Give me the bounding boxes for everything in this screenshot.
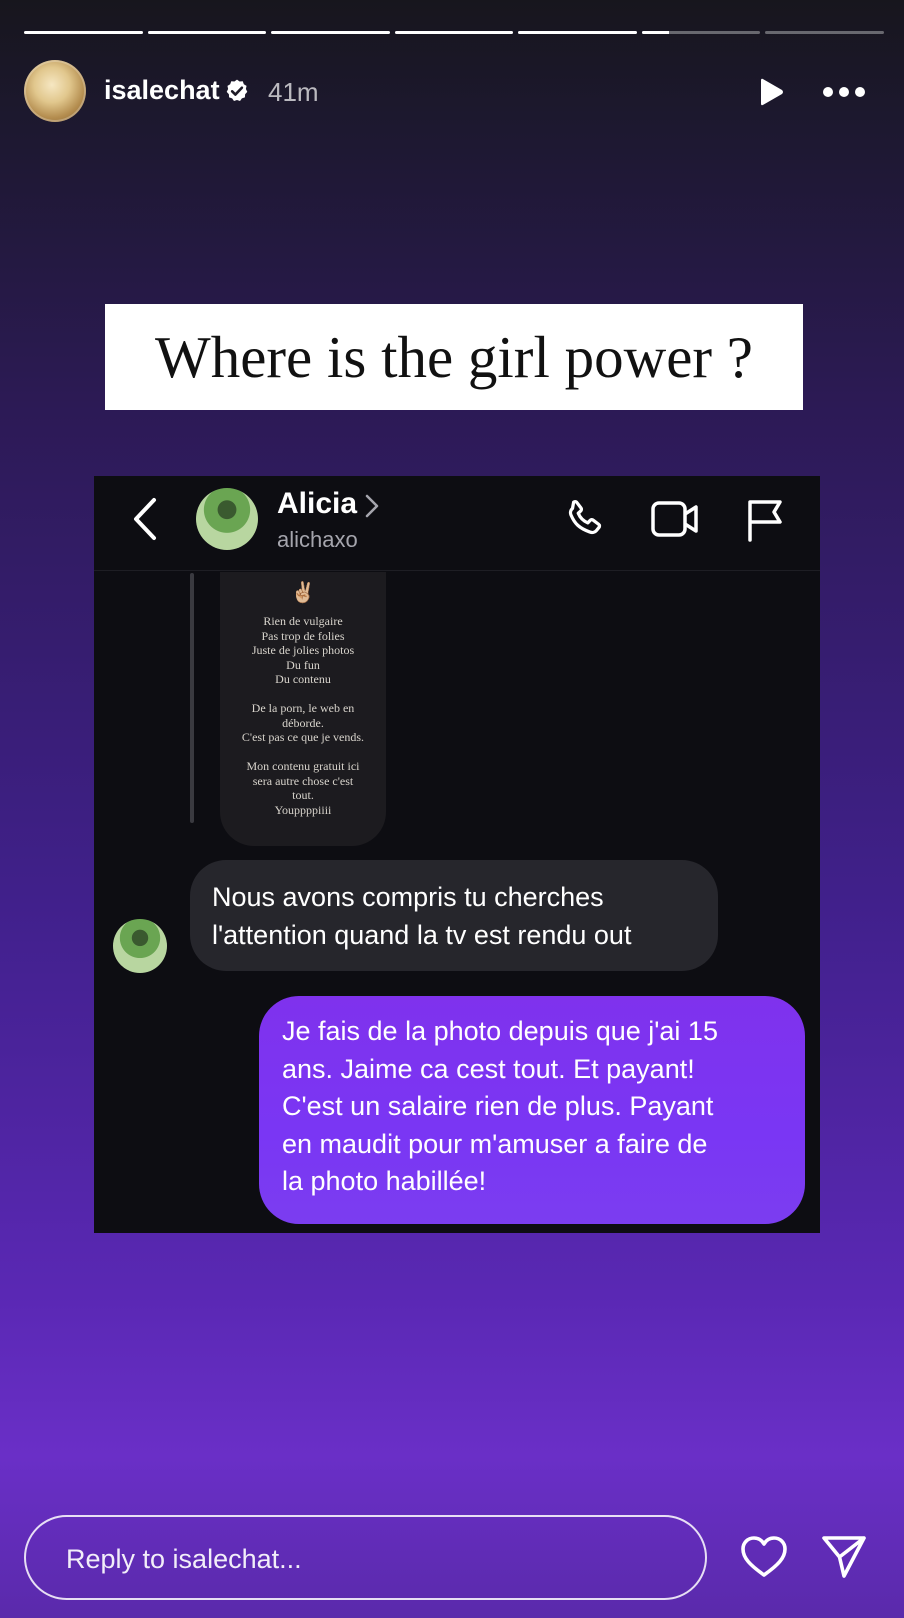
chevron-right-icon [365,494,379,518]
progress-segment-fill [641,31,670,34]
outgoing-message-text: Je fais de la photo depuis que j'ai 15 a… [282,1016,718,1196]
reply-bar[interactable] [24,1515,707,1600]
send-icon[interactable] [820,1533,868,1579]
text-sticker: Where is the girl power ? [105,304,803,410]
progress-segment [24,31,143,34]
sender-avatar [113,919,167,973]
progress-segment [394,31,514,34]
heart-icon[interactable] [740,1535,788,1579]
back-icon [134,498,156,540]
story-emoji: ✌🏼 [290,582,316,604]
progress-segment [641,31,761,34]
play-icon[interactable] [756,76,786,108]
video-icon [651,501,698,537]
progress-segment [765,31,885,34]
dm-screenshot: Alicia alichaxo ✌🏼 Rien de vulgaire Pas … [94,476,820,1233]
story-progress [24,31,885,34]
progress-segment-fill [271,31,390,34]
outgoing-message-bubble: Je fais de la photo depuis que j'ai 15 a… [259,996,805,1224]
progress-segment [147,31,267,34]
shared-story-thumbnail: ✌🏼 Rien de vulgaire Pas trop de folies J… [220,572,386,846]
incoming-message-bubble: Nous avons compris tu cherches l'attenti… [190,860,718,971]
progress-segment-fill [518,31,637,34]
incoming-message-text: Nous avons compris tu cherches l'attenti… [212,882,632,950]
avatar[interactable] [24,60,86,122]
more-icon[interactable] [822,82,866,102]
sticker-text: Where is the girl power ? [155,323,753,390]
post-time: 41m [268,77,319,107]
progress-segment-fill [394,31,514,34]
username[interactable]: isalechat [104,75,220,106]
phone-icon [568,499,602,535]
dm-header: Alicia alichaxo [94,476,820,571]
contact-avatar [196,488,258,550]
reply-input[interactable] [66,1539,666,1579]
story-text: Rien de vulgaire Pas trop de folies Just… [241,614,365,817]
progress-segment-fill [24,31,143,34]
progress-segment-fill [147,31,267,34]
reply-quote-line [190,573,194,823]
progress-segment [518,31,637,34]
verified-badge-icon [226,79,248,101]
progress-segment [271,31,390,34]
flag-icon [748,500,782,542]
contact-name: Alicia [277,487,358,520]
contact-handle: alichaxo [277,527,358,552]
